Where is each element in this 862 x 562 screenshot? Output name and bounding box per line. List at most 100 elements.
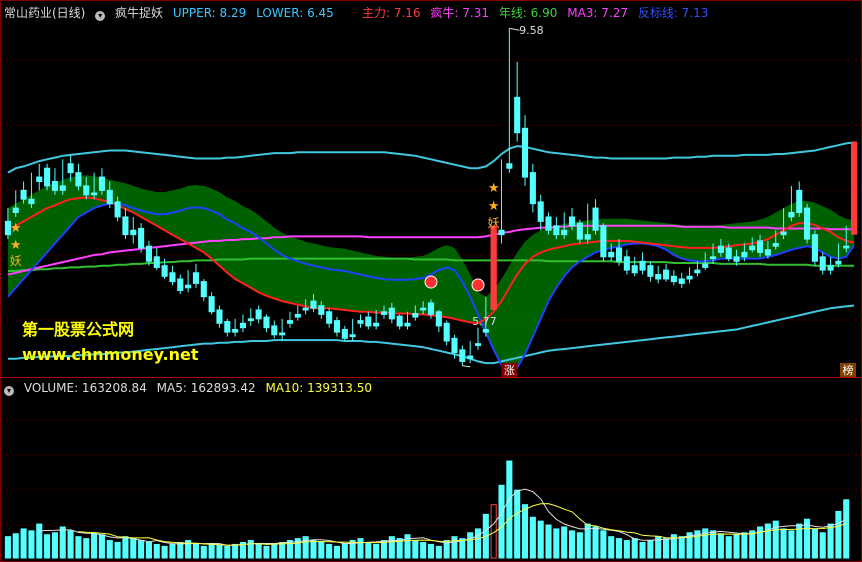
main-header: 常山药业(日线) ▾ 疯牛捉妖 UPPER: 8.29 LOWER: 6.45 [4, 4, 340, 22]
volume-bar-down [138, 540, 145, 559]
volume-bar-down [122, 536, 129, 559]
volume-bar-down [263, 545, 270, 559]
yao-label: 妖 [10, 254, 22, 268]
candle-down [326, 311, 333, 324]
candle-down [216, 309, 223, 324]
volume-bar-down [373, 543, 380, 559]
volume-bar-down [224, 545, 231, 559]
candle-down [67, 163, 74, 174]
candle-down [811, 234, 818, 262]
candle-down [780, 231, 787, 236]
volume-bar-down [83, 538, 90, 559]
upper-value: UPPER: 8.29 [172, 6, 247, 20]
candle-down [114, 201, 121, 218]
ma10-value: MA10: 139313.50 [265, 381, 373, 395]
candle-down [757, 240, 764, 253]
candle-down [451, 337, 458, 354]
high-price-label: 9.58 [519, 24, 544, 37]
candle-down [827, 265, 834, 271]
volume-bar-down [717, 533, 724, 559]
volume-bar-down [568, 530, 576, 559]
volume-bar-down [827, 523, 834, 559]
candle-down [741, 251, 748, 258]
candle-down [36, 176, 43, 182]
candle-down [835, 260, 842, 265]
candle-down [294, 313, 301, 318]
candle-down [725, 247, 732, 260]
yao-label: 妖 [488, 216, 500, 230]
candle-down [819, 256, 826, 271]
candle-down [51, 180, 58, 191]
volume-bar-down [498, 484, 505, 559]
stock-title: 常山药业(日线) [4, 6, 86, 20]
chevron-down-icon[interactable]: ▾ [95, 11, 106, 21]
candle-down [318, 305, 325, 315]
candle-down [678, 278, 685, 284]
volume-bar-down [169, 543, 176, 559]
candle-down [247, 318, 254, 322]
volume-bar-down [467, 532, 474, 559]
candle-down [396, 315, 403, 327]
volume-bar-down [59, 526, 66, 559]
volume-bar-down [412, 540, 419, 559]
candle-down [694, 269, 701, 274]
candle-down [670, 275, 677, 283]
candle-down [122, 216, 129, 236]
candle-down [420, 307, 427, 311]
candle-down [333, 320, 341, 333]
fanbiaoxian-value: 反标线: 7.13 [637, 6, 709, 20]
candle-down [232, 328, 239, 333]
upper-line [7, 141, 855, 174]
high-price-pointer [509, 27, 520, 31]
candle-down [75, 172, 82, 187]
volume-bar-down [843, 499, 850, 559]
candle-down [59, 185, 66, 191]
volume-bar-down [451, 536, 458, 559]
candle-down [83, 185, 90, 196]
volume-bar-down [662, 538, 670, 559]
volume-bar-down [529, 516, 536, 559]
main-header-right: 主力: 7.16 疯牛: 7.31 年线: 6.90 MA3: 7.27 反标线… [362, 4, 714, 22]
volume-value: VOLUME: 163208.84 [23, 381, 147, 395]
candle-down [279, 332, 286, 336]
volume-bar-down [553, 528, 560, 559]
volume-bar-down [98, 534, 105, 559]
volume-bar-down [161, 545, 168, 559]
candle-down [91, 192, 98, 196]
candle-down [584, 234, 591, 240]
candle-down [482, 328, 489, 333]
volume-bar-down [153, 543, 160, 559]
candle-down [764, 249, 771, 256]
chevron-down-icon[interactable]: ▾ [4, 386, 14, 396]
candle-down [286, 320, 294, 324]
volume-bar-down [435, 545, 442, 559]
volume-bar-down [279, 541, 286, 559]
volume-header: ▾ VOLUME: 163208.84 MA5: 162893.42 MA10:… [4, 379, 378, 397]
candle-down [529, 172, 536, 205]
candle-down [498, 229, 505, 236]
candle-down [631, 265, 638, 274]
candle-down [796, 189, 803, 214]
candle-down [44, 167, 51, 187]
candle-down [568, 216, 576, 227]
volume-bar-down [208, 542, 215, 559]
ma3-value: MA3: 7.27 [567, 6, 628, 20]
candle-down [341, 328, 348, 339]
candle-down [639, 260, 646, 271]
candle-down [474, 343, 482, 346]
volume-bar-down [420, 541, 427, 559]
candle-down [804, 207, 811, 240]
candle-down [302, 307, 309, 311]
candle-down [20, 189, 27, 200]
volume-bar-down [200, 545, 207, 559]
volume-bar-down [380, 540, 388, 559]
candle-down [357, 320, 364, 324]
candle-down [702, 263, 709, 268]
candle-down [177, 278, 184, 291]
volume-bar-down [749, 530, 756, 559]
candle-down [185, 284, 192, 289]
volume-bar-down [576, 532, 583, 559]
bang-tag: 榜 [843, 363, 854, 377]
volume-bar-down [36, 523, 43, 559]
low-price-pointer [462, 365, 471, 368]
